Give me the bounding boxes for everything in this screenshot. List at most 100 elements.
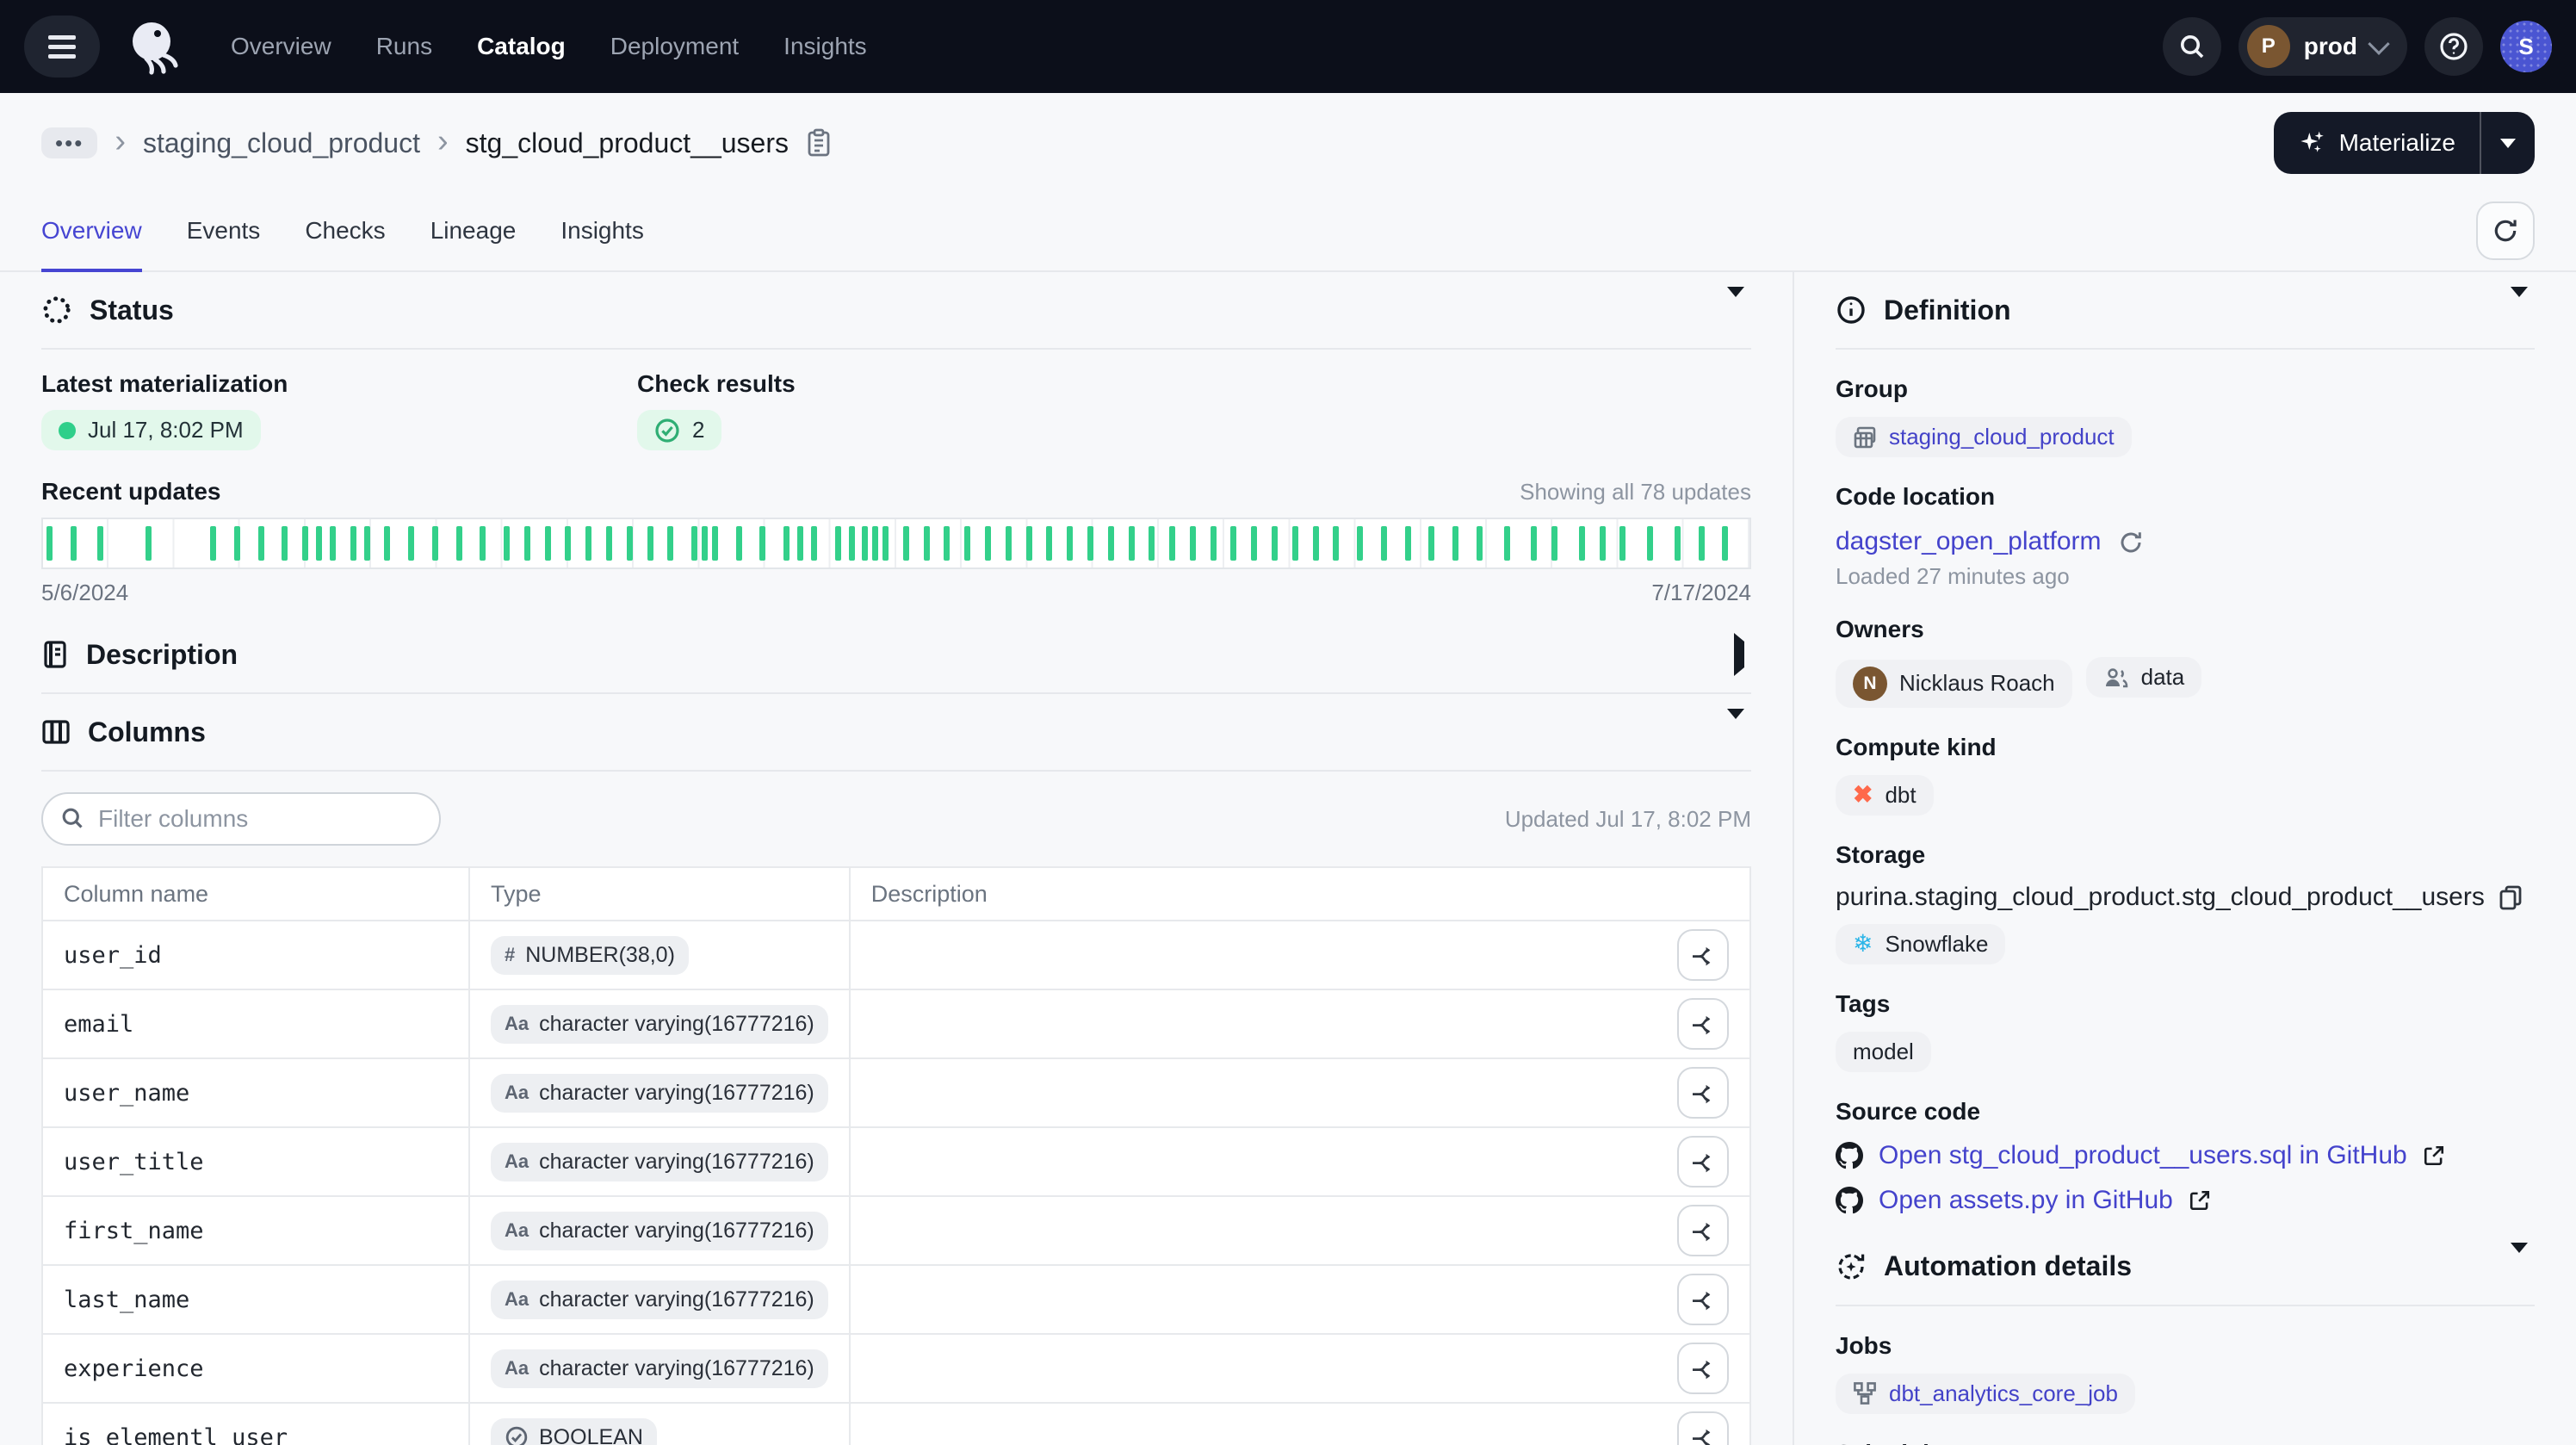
copy-storage-path-icon[interactable] [2499, 884, 2523, 910]
update-tick[interactable] [1333, 526, 1339, 561]
update-tick[interactable] [1722, 526, 1728, 561]
nav-item-runs[interactable]: Runs [376, 33, 432, 60]
update-tick[interactable] [1006, 526, 1012, 561]
update-tick[interactable] [545, 526, 551, 561]
update-tick[interactable] [903, 526, 909, 561]
update-tick[interactable] [702, 526, 708, 561]
check-results-badge[interactable]: 2 [637, 410, 721, 450]
breadcrumb-overflow-button[interactable]: ••• [41, 127, 97, 158]
owner-user-tag[interactable]: NNicklaus Roach [1836, 660, 2072, 708]
update-tick[interactable] [146, 526, 152, 561]
update-tick[interactable] [1026, 526, 1032, 561]
update-tick[interactable] [1169, 526, 1175, 561]
definition-collapse-caret[interactable] [2504, 290, 2535, 331]
compute-kind-tag[interactable]: ✖ dbt [1836, 775, 1934, 816]
update-tick[interactable] [1647, 526, 1653, 561]
update-tick[interactable] [258, 526, 264, 561]
update-tick[interactable] [1272, 526, 1278, 561]
update-tick[interactable] [1149, 526, 1155, 561]
update-tick[interactable] [691, 526, 697, 561]
owner-team-tag[interactable]: data [2086, 657, 2202, 698]
update-tick[interactable] [565, 526, 571, 561]
update-tick[interactable] [1551, 526, 1557, 561]
update-tick[interactable] [1579, 526, 1585, 561]
view-column-lineage-button[interactable] [1677, 1274, 1729, 1325]
update-tick[interactable] [316, 526, 322, 561]
refresh-icon[interactable] [2476, 202, 2535, 260]
tab-events[interactable]: Events [187, 193, 261, 272]
update-tick[interactable] [1428, 526, 1434, 561]
update-tick[interactable] [384, 526, 390, 561]
update-tick[interactable] [736, 526, 742, 561]
update-tick[interactable] [647, 526, 653, 561]
search-icon[interactable] [2163, 17, 2221, 76]
reload-code-location-icon[interactable] [2119, 530, 2143, 555]
update-tick[interactable] [524, 526, 530, 561]
update-tick[interactable] [1504, 526, 1510, 561]
update-tick[interactable] [1046, 526, 1052, 561]
update-tick[interactable] [712, 526, 718, 561]
open-assets-py-in-github-link[interactable]: Open assets.py in GitHub [1879, 1186, 2173, 1215]
view-column-lineage-button[interactable] [1677, 1136, 1729, 1188]
update-tick[interactable] [862, 526, 868, 561]
update-tick[interactable] [835, 526, 841, 561]
storage-platform-tag[interactable]: ❄ Snowflake [1836, 924, 2005, 964]
update-tick[interactable] [1452, 526, 1458, 561]
nav-item-deployment[interactable]: Deployment [610, 33, 739, 60]
open-sql-in-github-link[interactable]: Open stg_cloud_product__users.sql in Git… [1879, 1141, 2407, 1170]
update-tick[interactable] [667, 526, 673, 561]
update-tick[interactable] [408, 526, 414, 561]
update-tick[interactable] [1230, 526, 1236, 561]
tab-overview[interactable]: Overview [41, 193, 142, 272]
tab-checks[interactable]: Checks [305, 193, 385, 272]
update-tick[interactable] [1381, 526, 1387, 561]
status-collapse-caret[interactable] [1720, 290, 1751, 331]
update-tick[interactable] [849, 526, 855, 561]
update-tick[interactable] [606, 526, 612, 561]
update-tick[interactable] [627, 526, 633, 561]
update-tick[interactable] [1292, 526, 1298, 561]
update-tick[interactable] [1067, 526, 1073, 561]
breadcrumb-group-link[interactable]: staging_cloud_product [143, 127, 420, 159]
update-tick[interactable] [364, 526, 370, 561]
update-tick[interactable] [234, 526, 240, 561]
update-tick[interactable] [1531, 526, 1537, 561]
update-tick[interactable] [1357, 526, 1363, 561]
update-tick[interactable] [811, 526, 817, 561]
update-tick[interactable] [282, 526, 288, 561]
nav-item-catalog[interactable]: Catalog [477, 33, 566, 60]
update-tick[interactable] [1313, 526, 1319, 561]
update-tick[interactable] [210, 526, 216, 561]
materialize-button[interactable]: Materialize [2274, 112, 2480, 174]
code-location-link[interactable]: dagster_open_platform [1836, 527, 2102, 556]
view-column-lineage-button[interactable] [1677, 1205, 1729, 1256]
update-tick[interactable] [882, 526, 889, 561]
view-column-lineage-button[interactable] [1677, 1343, 1729, 1394]
update-tick[interactable] [985, 526, 991, 561]
update-tick[interactable] [924, 526, 930, 561]
update-tick[interactable] [1619, 526, 1625, 561]
update-tick[interactable] [330, 526, 336, 561]
dagster-logo-icon[interactable] [124, 17, 183, 76]
update-tick[interactable] [1129, 526, 1135, 561]
view-column-lineage-button[interactable] [1677, 1411, 1729, 1445]
materialize-options-caret[interactable] [2480, 112, 2535, 174]
update-tick[interactable] [1699, 526, 1705, 561]
view-column-lineage-button[interactable] [1677, 929, 1729, 981]
update-tick[interactable] [71, 526, 77, 561]
update-tick[interactable] [944, 526, 950, 561]
update-tick[interactable] [46, 526, 53, 561]
view-column-lineage-button[interactable] [1677, 998, 1729, 1050]
tab-lineage[interactable]: Lineage [430, 193, 517, 272]
filter-columns-input[interactable] [41, 792, 441, 846]
update-tick[interactable] [1211, 526, 1217, 561]
nav-item-overview[interactable]: Overview [231, 33, 331, 60]
environment-switcher[interactable]: P prod [2239, 17, 2407, 76]
update-tick[interactable] [783, 526, 790, 561]
update-tick[interactable] [585, 526, 591, 561]
help-icon[interactable] [2424, 17, 2483, 76]
update-tick[interactable] [1190, 526, 1196, 561]
update-tick[interactable] [797, 526, 803, 561]
update-tick[interactable] [1405, 526, 1411, 561]
tag-model[interactable]: model [1836, 1032, 1931, 1072]
